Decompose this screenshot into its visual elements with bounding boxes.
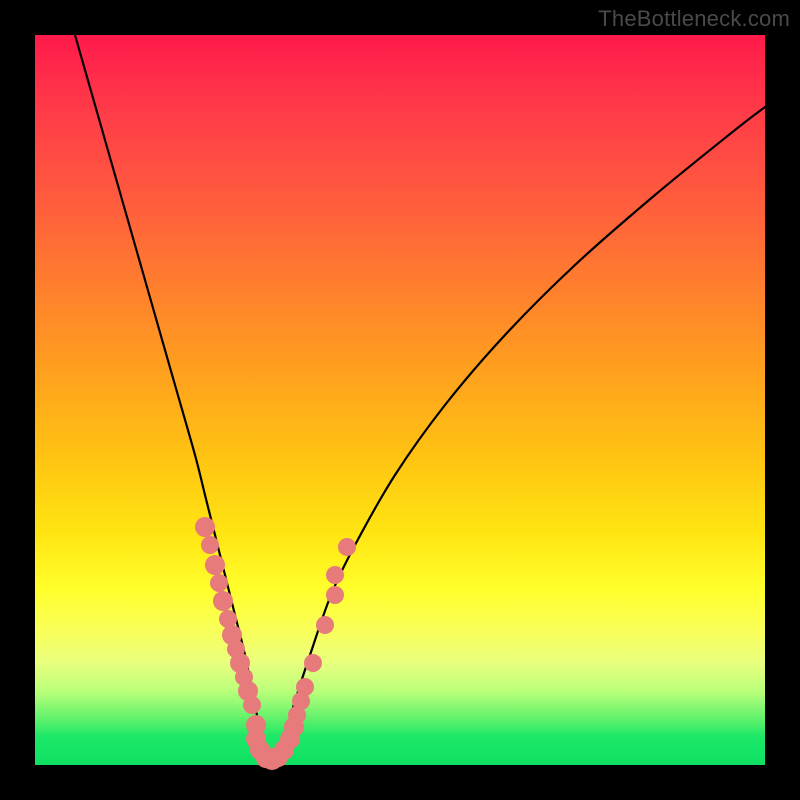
sample-dot [296,678,314,696]
sample-dot [210,574,228,592]
watermark-text: TheBottleneck.com [598,6,790,32]
sample-dot [338,538,356,556]
plot-area [35,35,765,765]
sample-dot [195,517,215,537]
sample-dot [213,591,233,611]
sample-dot [326,566,344,584]
sample-dot [326,586,344,604]
sample-dot [205,555,225,575]
sample-dot [201,536,219,554]
sample-dot [243,696,261,714]
sample-dot [304,654,322,672]
curve-svg [35,35,765,765]
sample-dot [316,616,334,634]
bottleneck-curve [75,35,765,762]
chart-frame: TheBottleneck.com [0,0,800,800]
